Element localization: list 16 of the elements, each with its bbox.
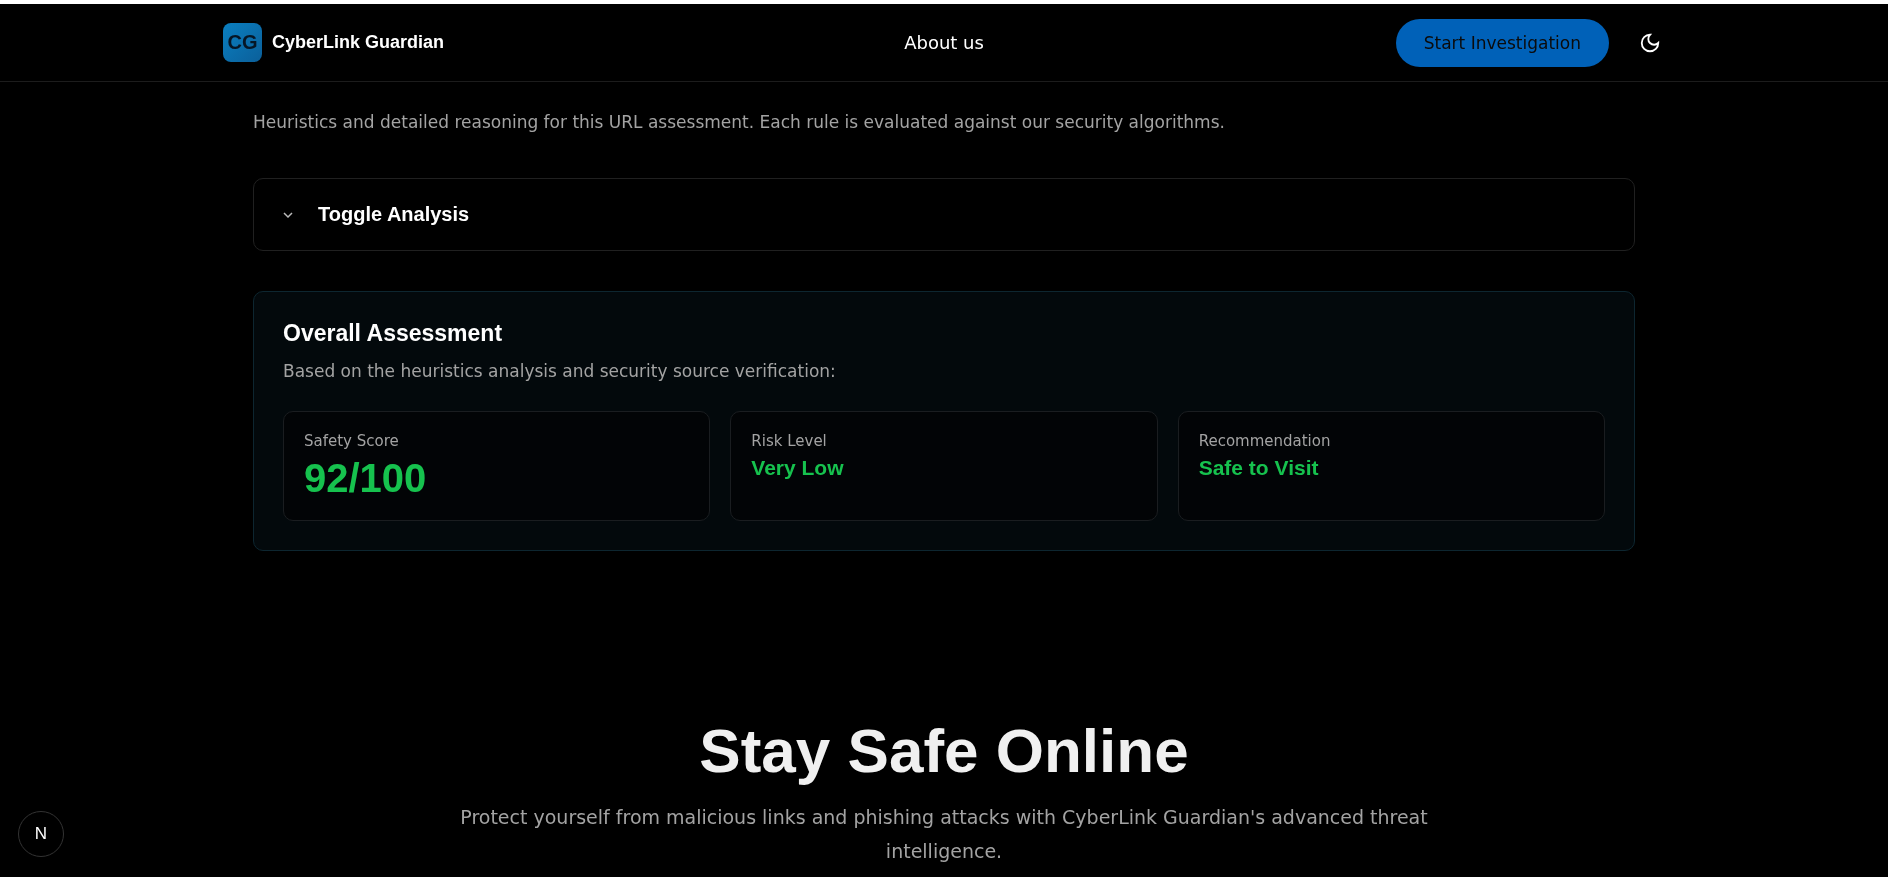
card-description: Based on the heuristics analysis and security source verification: [283,361,837,381]
stat-label: Recommendation [1198,432,1332,450]
dev-tools-badge[interactable]: N [18,811,64,857]
stat-value: Very Low [751,456,845,480]
hero-text: Protect yourself from malicious links and phishing attacks with CyberLink Guardian's advanced threat intelligence. [459,805,1429,864]
stat-label: Safety Score [304,432,400,450]
brand-name[interactable]: CyberLink Guardian [272,32,445,53]
section-description: Heuristics and detailed reasoning for this URL assessment. Each rule is evaluated against our security algorithms. [253,112,1226,132]
card-title: Overall Assessment [283,320,504,347]
stat-value: Safe to Visit [1198,456,1320,480]
nav-link[interactable]: About us [703,32,1185,53]
hero-title: Stay Safe Online [698,715,1190,786]
stat-value: 92/100 [304,456,428,501]
moon-icon [1639,31,1661,54]
stat-label: Risk Level [751,432,828,450]
toggle-analysis-button[interactable]: Toggle Analysis [253,178,1635,251]
